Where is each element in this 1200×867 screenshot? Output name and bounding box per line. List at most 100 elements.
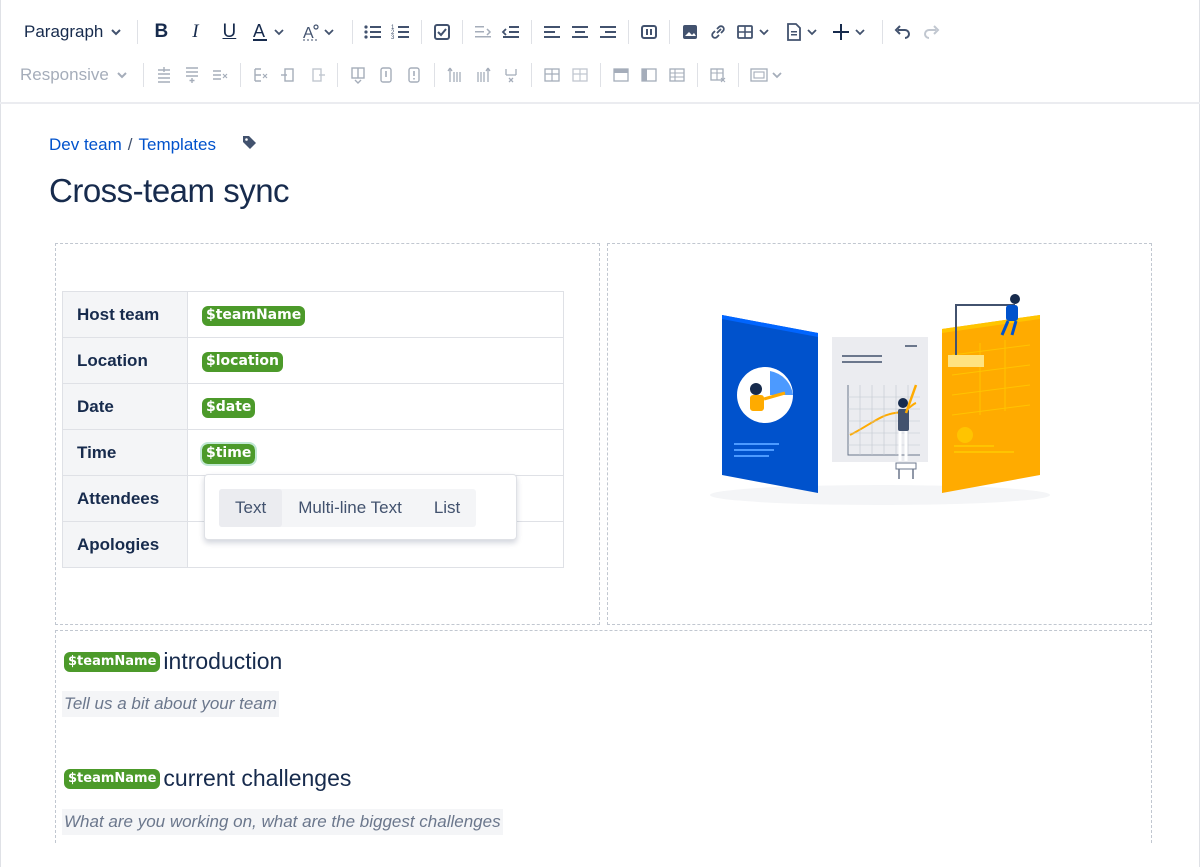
variable-type-list-option[interactable]: List [418,489,476,527]
redo-button[interactable] [917,17,945,47]
column-right-button[interactable] [469,60,497,90]
numbered-list-icon: 123 [391,25,410,41]
chevron-down-icon [111,29,122,36]
template-variable-selected[interactable]: $time [199,441,258,466]
numbered-list-button[interactable]: 123 [387,17,415,47]
template-variable[interactable]: $teamName [202,305,306,326]
table-layout-icon [750,68,782,82]
header-row-button[interactable] [247,60,275,90]
section-heading-introduction[interactable]: $teamName introduction [64,648,282,675]
label-tag-icon[interactable] [240,133,258,156]
insert-column-after-button[interactable] [303,60,331,90]
align-center-icon [572,26,589,38]
template-variable[interactable]: $teamName [64,651,161,672]
row-label-time[interactable]: Time [62,429,188,476]
section-heading-challenges[interactable]: $teamName current challenges [64,765,351,792]
row-label-date[interactable]: Date [62,383,188,430]
row-label-host-team[interactable]: Host team [62,291,188,338]
insert-more-button[interactable] [828,17,876,47]
delete-table-button[interactable] [704,60,732,90]
row-label-location[interactable]: Location [62,337,188,384]
toolbar-divider [462,20,464,44]
column-left-icon [447,67,461,82]
toolbar-row-primary: Paragraph B I U A A 123 [0,12,945,52]
indent-button[interactable] [497,17,525,47]
text-effects-button[interactable]: A [296,17,346,47]
toolbar-divider [696,63,698,87]
table-row: Date $date [62,383,564,430]
toolbar-divider [882,20,884,44]
italic-button[interactable]: I [178,17,212,47]
indent-icon [502,26,520,38]
breadcrumb-space-link[interactable]: Dev team [49,135,122,155]
task-list-button[interactable] [428,17,456,47]
template-variable[interactable]: $teamName [64,768,161,789]
table-header-column-button[interactable] [566,60,594,90]
split-cell-button[interactable] [372,60,400,90]
text-color-button[interactable]: A [246,17,296,47]
cell-properties-button[interactable] [400,60,428,90]
insert-row-above-button[interactable] [150,60,178,90]
section-heading-text: current challenges [163,765,352,791]
insert-link-button[interactable] [704,17,732,47]
table-icon [572,68,588,82]
paragraph-style-dropdown[interactable]: Paragraph [0,22,131,42]
bullet-list-icon [364,25,382,39]
bold-button[interactable]: B [144,17,178,47]
instructional-placeholder[interactable]: What are you working on, what are the bi… [62,809,503,835]
delete-row-icon [212,70,228,80]
undo-button[interactable] [889,17,917,47]
outdent-button[interactable] [469,17,497,47]
text-effects-icon: A [303,24,335,42]
variable-type-text-option[interactable]: Text [219,489,283,527]
merge-cells-button[interactable] [344,60,372,90]
delete-table-icon [710,68,726,83]
table-header-row-button[interactable] [538,60,566,90]
paragraph-style-label: Paragraph [24,22,104,41]
table-width-label: Responsive [20,65,109,84]
table-cell[interactable]: $teamName [187,291,564,338]
table-width-dropdown[interactable]: Responsive [0,65,137,85]
table-row: Host team $teamName [62,291,564,338]
variable-type-options: Text Multi-line Text List [219,489,477,527]
page-title[interactable]: Cross-team sync [49,172,290,210]
toolbar-divider [669,20,671,44]
bullet-list-button[interactable] [359,17,387,47]
toolbar-divider [433,63,435,87]
breadcrumb-page-link[interactable]: Templates [138,135,215,155]
row-label-apologies[interactable]: Apologies [62,521,188,568]
align-right-button[interactable] [594,17,622,47]
svg-text:3: 3 [391,35,395,41]
template-variable[interactable]: $date [202,397,256,418]
table-layout-button[interactable] [745,60,793,90]
cell-properties-icon [408,67,420,83]
table-icon [544,68,560,82]
table-icon [737,25,770,39]
layouts-button[interactable] [635,17,663,47]
split-cell-icon [380,67,392,83]
underline-button[interactable]: U [212,17,246,47]
insert-column-before-button[interactable] [275,60,303,90]
align-left-button[interactable] [538,17,566,47]
variable-type-multiline-option[interactable]: Multi-line Text [282,489,418,527]
template-variable[interactable]: $location [202,351,283,372]
align-center-button[interactable] [566,17,594,47]
delete-column-button[interactable] [497,60,525,90]
svg-text:A: A [253,22,265,41]
insert-template-button[interactable] [780,17,828,47]
table-cell[interactable]: $time [187,429,564,476]
insert-table-button[interactable] [732,17,780,47]
insert-row-below-button[interactable] [178,60,206,90]
numbered-column-icon [669,68,685,82]
insert-image-button[interactable] [676,17,704,47]
header-row-icon [254,68,268,82]
numbered-column-button[interactable] [663,60,691,90]
delete-row-button[interactable] [206,60,234,90]
row-label-attendees[interactable]: Attendees [62,475,188,522]
column-left-button[interactable] [441,60,469,90]
table-cell[interactable]: $date [187,383,564,430]
highlight-column-button[interactable] [635,60,663,90]
table-cell[interactable]: $location [187,337,564,384]
highlight-row-button[interactable] [607,60,635,90]
instructional-placeholder[interactable]: Tell us a bit about your team [62,691,279,717]
